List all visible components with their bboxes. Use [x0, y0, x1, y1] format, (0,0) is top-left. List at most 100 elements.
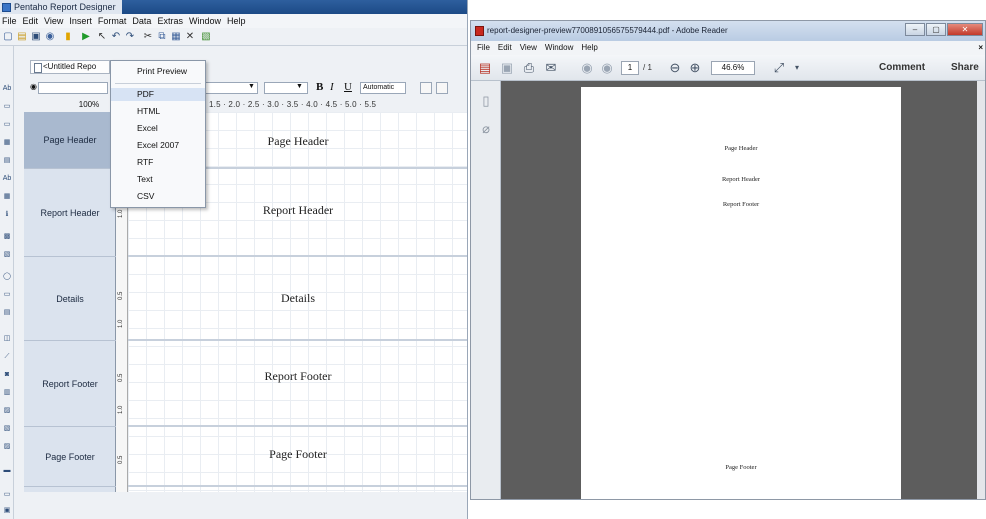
- save-icon[interactable]: ▣: [30, 31, 42, 43]
- vertical-line-tool-icon[interactable]: ◫: [2, 334, 12, 344]
- dropdown-item-rtf[interactable]: RTF: [111, 156, 205, 169]
- number-field-tool-icon[interactable]: ▭: [2, 120, 12, 130]
- close-button[interactable]: ✕: [947, 23, 983, 36]
- menu-extras[interactable]: Extras: [157, 14, 183, 28]
- dropdown-item-pdf[interactable]: PDF: [111, 88, 205, 101]
- align-center-button[interactable]: [436, 82, 448, 94]
- band-label-report-footer[interactable]: Report Footer: [24, 341, 116, 427]
- open-folder-icon[interactable]: ▤: [16, 31, 28, 43]
- reader-menu-edit[interactable]: Edit: [498, 41, 512, 55]
- style-toggle-icon[interactable]: ◉: [30, 82, 37, 91]
- message-field-tool-icon[interactable]: ▤: [2, 156, 12, 166]
- share-button[interactable]: Share: [951, 60, 979, 76]
- rectangle-tool-icon[interactable]: ▭: [2, 290, 12, 300]
- horizontal-line-tool-icon[interactable]: ▤: [2, 308, 12, 318]
- new-report-icon[interactable]: ▢: [2, 31, 14, 43]
- redo-icon[interactable]: ↷: [124, 31, 136, 43]
- image-field-tool-icon[interactable]: ▩: [2, 232, 12, 242]
- dropdown-item-text[interactable]: Text: [111, 173, 205, 186]
- details-label[interactable]: Details: [128, 291, 467, 306]
- band-details[interactable]: Details: [128, 257, 467, 341]
- reader-menu-help[interactable]: Help: [581, 41, 597, 55]
- save-file-icon[interactable]: ▣: [499, 60, 515, 76]
- resource-field-tool-icon[interactable]: ▦: [2, 192, 12, 202]
- publish-icon[interactable]: ◉: [44, 31, 56, 43]
- create-pdf-icon[interactable]: ▤: [477, 60, 493, 76]
- zoom-select[interactable]: 46.6%: [711, 61, 755, 75]
- dropdown-item-excel[interactable]: Excel: [111, 122, 205, 135]
- menu-file[interactable]: File: [2, 14, 17, 28]
- copy-icon[interactable]: ⧉: [156, 31, 168, 43]
- zoom-level[interactable]: 100%: [76, 98, 102, 111]
- fit-options-chevron-icon[interactable]: ▾: [789, 60, 805, 76]
- font-size-chevron-icon[interactable]: ▼: [296, 83, 303, 90]
- page-number-input[interactable]: 1: [621, 61, 639, 75]
- dropdown-item-print-preview[interactable]: Print Preview: [111, 65, 205, 78]
- text-field-tool-icon[interactable]: ▭: [2, 102, 12, 112]
- layout-icon[interactable]: ▧: [200, 31, 212, 43]
- resource-message-tool-icon[interactable]: ℹ: [2, 210, 12, 220]
- cut-icon[interactable]: ✂: [142, 31, 154, 43]
- menu-edit[interactable]: Edit: [23, 14, 39, 28]
- band-label-details[interactable]: Details: [24, 257, 116, 341]
- band-label-report-header[interactable]: Report Header: [24, 169, 116, 257]
- label-tool-icon[interactable]: Ab: [2, 84, 12, 94]
- menu-window[interactable]: Window: [189, 14, 221, 28]
- subreport-tool-icon[interactable]: ▬: [2, 466, 12, 476]
- font-color-select[interactable]: Automatic: [360, 82, 406, 94]
- delete-icon[interactable]: ✕: [184, 31, 196, 43]
- comment-button[interactable]: Comment: [879, 60, 925, 76]
- band-label-page-footer[interactable]: Page Footer: [24, 427, 116, 487]
- vertical-scrollbar[interactable]: [977, 81, 985, 499]
- survey-scale-tool-icon[interactable]: ⟋: [2, 352, 12, 362]
- run-preview-icon[interactable]: ▶: [80, 31, 92, 43]
- table-of-contents-tool-icon[interactable]: ▧: [2, 424, 12, 434]
- dropdown-item-excel-2007[interactable]: Excel 2007: [111, 139, 205, 152]
- minimize-button[interactable]: –: [905, 23, 925, 36]
- reader-menu-window[interactable]: Window: [545, 41, 573, 55]
- resource-label-tool-icon[interactable]: Ab: [2, 174, 12, 184]
- next-page-icon[interactable]: ◉: [599, 60, 615, 76]
- dropdown-item-csv[interactable]: CSV: [111, 190, 205, 203]
- zoom-in-icon[interactable]: ⊕: [687, 60, 703, 76]
- menu-help[interactable]: Help: [227, 14, 246, 28]
- band-page-footer[interactable]: Page Footer: [128, 427, 467, 487]
- index-tool-icon[interactable]: ▨: [2, 442, 12, 452]
- print-icon[interactable]: ⎙: [521, 60, 537, 76]
- reader-menu-view[interactable]: View: [520, 41, 537, 55]
- menu-insert[interactable]: Insert: [69, 14, 92, 28]
- font-family-chevron-icon[interactable]: ▼: [248, 83, 255, 90]
- fit-page-icon[interactable]: ⤢: [771, 60, 787, 76]
- underline-button[interactable]: U: [344, 81, 352, 93]
- menu-data[interactable]: Data: [132, 14, 151, 28]
- italic-button[interactable]: I: [330, 81, 334, 93]
- zoom-out-icon[interactable]: ⊖: [667, 60, 683, 76]
- menu-view[interactable]: View: [44, 14, 63, 28]
- style-select[interactable]: [38, 82, 108, 94]
- band-report-footer[interactable]: Report Footer: [128, 341, 467, 427]
- sparkline-tool-icon[interactable]: ▨: [2, 406, 12, 416]
- attachments-panel-icon[interactable]: ⌀: [478, 121, 494, 137]
- previous-page-icon[interactable]: ◉: [579, 60, 595, 76]
- document-viewport[interactable]: Page Header Report Header Report Footer …: [501, 81, 985, 499]
- data-source-icon[interactable]: ▮: [62, 31, 74, 43]
- email-icon[interactable]: ✉: [543, 60, 559, 76]
- barcode-tool-icon[interactable]: ▥: [2, 388, 12, 398]
- report-document-tab[interactable]: <Untitled Repo: [30, 60, 110, 74]
- chart-tool-icon[interactable]: ◙: [2, 370, 12, 380]
- band-tool-icon[interactable]: ▭: [2, 490, 12, 500]
- align-left-button[interactable]: [420, 82, 432, 94]
- date-field-tool-icon[interactable]: ▦: [2, 138, 12, 148]
- menu-format[interactable]: Format: [98, 14, 127, 28]
- band-label-page-header[interactable]: Page Header: [24, 112, 116, 169]
- undo-icon[interactable]: ↶: [110, 31, 122, 43]
- ellipse-tool-icon[interactable]: ◯: [2, 272, 12, 282]
- maximize-button[interactable]: ▢: [926, 23, 946, 36]
- close-document-icon[interactable]: ×: [978, 41, 983, 55]
- dropdown-item-html[interactable]: HTML: [111, 105, 205, 118]
- pages-panel-icon[interactable]: ▯: [478, 93, 494, 109]
- paste-icon[interactable]: ▦: [170, 31, 182, 43]
- bold-button[interactable]: B: [316, 81, 323, 93]
- reader-menu-file[interactable]: File: [477, 41, 490, 55]
- page-footer-label[interactable]: Page Footer: [128, 447, 467, 462]
